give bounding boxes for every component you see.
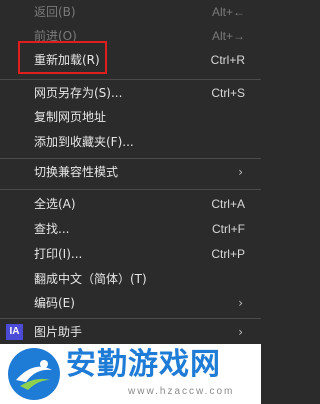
- menu-item-translate[interactable]: 翻成中文（简体）(T): [0, 267, 261, 291]
- menu-separator: [0, 318, 261, 319]
- menu-item-label: 切换兼容性模式: [34, 165, 119, 179]
- menu-item-label: 添加到收藏夹(F)...: [34, 135, 134, 149]
- menu-item-shortcut: Alt+←: [211, 5, 245, 19]
- menu-item-shortcut: Ctrl+A: [211, 197, 245, 211]
- watermark-title: 安勤游戏网: [66, 347, 221, 382]
- menu-separator: [0, 158, 261, 159]
- watermark-logo-icon: [8, 348, 60, 400]
- menu-item-add-to-favorites[interactable]: 添加到收藏夹(F)...: [0, 130, 261, 154]
- menu-item-print[interactable]: 打印(I)... Ctrl+P: [0, 242, 261, 266]
- submenu-arrow-icon: ›: [238, 325, 243, 339]
- menu-separator: [0, 189, 261, 190]
- menu-item-compat-mode[interactable]: 切换兼容性模式 ›: [0, 160, 261, 184]
- submenu-arrow-icon: ›: [238, 165, 243, 179]
- menu-item-shortcut: Ctrl+S: [211, 86, 245, 100]
- menu-item-label: 网页另存为(S)...: [34, 86, 123, 100]
- menu-item-shortcut: Ctrl+P: [211, 247, 245, 261]
- menu-item-select-all[interactable]: 全选(A) Ctrl+A: [0, 192, 261, 216]
- menu-item-shortcut: Ctrl+R: [210, 53, 245, 67]
- menu-item-copy-page-url[interactable]: 复制网页地址: [0, 105, 261, 129]
- site-watermark: 安勤游戏网 www.hzaccw.com: [0, 344, 261, 404]
- menu-item-label: 打印(I)...: [34, 247, 83, 261]
- menu-item-encoding[interactable]: 编码(E) ›: [0, 291, 261, 315]
- reload-highlight-box: [18, 41, 107, 74]
- menu-item-label: 全选(A): [34, 197, 76, 211]
- menu-item-label: 查找...: [34, 222, 70, 236]
- menu-item-label: 图片助手: [34, 325, 83, 339]
- menu-item-label: 编码(E): [34, 296, 75, 310]
- menu-separator: [0, 79, 261, 80]
- menu-item-save-page-as[interactable]: 网页另存为(S)... Ctrl+S: [0, 81, 261, 105]
- menu-item-label: 返回(B): [34, 5, 76, 19]
- watermark-url: www.hzaccw.com: [128, 386, 235, 397]
- submenu-arrow-icon: ›: [238, 296, 243, 310]
- menu-item-find[interactable]: 查找... Ctrl+F: [0, 217, 261, 241]
- menu-item-label: 复制网页地址: [34, 110, 107, 124]
- menu-item-shortcut: Alt+→: [211, 29, 245, 43]
- menu-item-label: 翻成中文（简体）(T): [34, 272, 147, 286]
- menu-item-back[interactable]: 返回(B) Alt+←: [0, 0, 261, 24]
- image-assistant-icon: IA: [6, 324, 23, 340]
- menu-item-shortcut: Ctrl+F: [212, 222, 245, 236]
- menu-item-image-assistant[interactable]: IA 图片助手 ›: [0, 320, 261, 344]
